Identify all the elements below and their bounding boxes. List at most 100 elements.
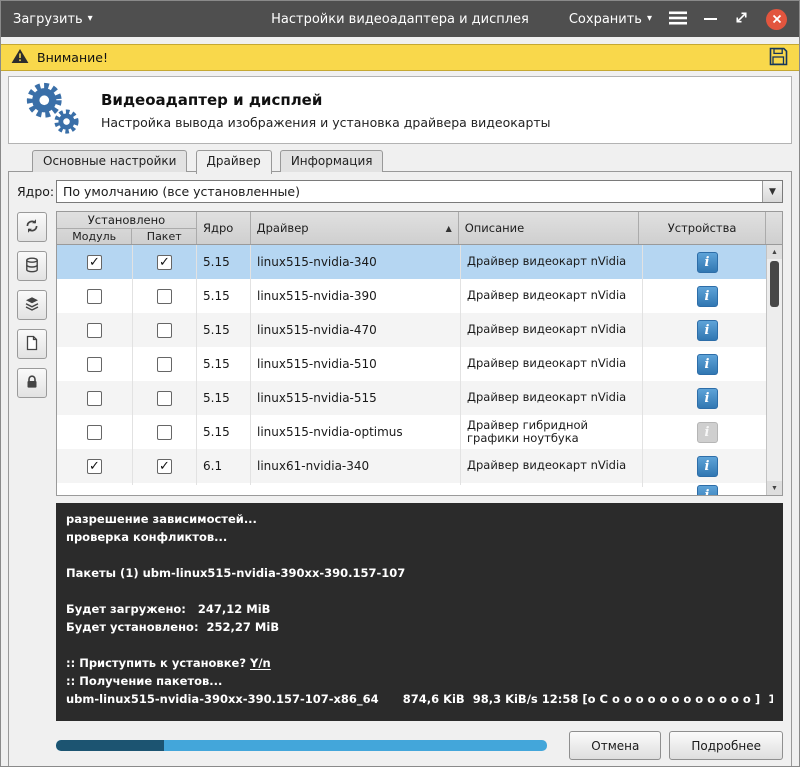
tab-main-settings[interactable]: Основные настройки <box>32 150 187 172</box>
device-info-button[interactable]: i <box>697 286 718 307</box>
table-row[interactable]: 5.15linux515-nvidia-470Драйвер видеокарт… <box>57 313 771 347</box>
table-row[interactable]: 5.15linux515-nvidia-390Драйвер видеокарт… <box>57 279 771 313</box>
tab-driver[interactable]: Драйвер <box>196 150 272 174</box>
kernel-combobox-value: По умолчанию (все установленные) <box>57 184 762 199</box>
description-cell: Драйвер видеокарт nVidia <box>461 245 643 279</box>
driver-cell: linux515-nvidia-340 <box>251 245 461 279</box>
description-cell: Драйвер видеокарт nVidia <box>461 279 643 313</box>
kernel-cell: 5.15 <box>197 415 251 449</box>
driver-table: Установлено Модуль Пакет Ядро Драйвер ▲ … <box>56 211 783 496</box>
terminal-line: Будет установлено: 252,27 MiB <box>66 618 773 636</box>
warning-icon <box>11 48 29 68</box>
packages-button[interactable] <box>17 290 47 320</box>
module-checkbox[interactable] <box>87 391 102 406</box>
driver-cell: linux515-nvidia-510 <box>251 347 461 381</box>
device-info-button[interactable]: i <box>697 354 718 375</box>
chevron-down-icon: ▾ <box>647 14 652 24</box>
terminal-line: Пакеты (1) ubm-linux515-nvidia-390xx-390… <box>66 564 773 582</box>
module-checkbox[interactable] <box>87 357 102 372</box>
package-checkbox[interactable] <box>157 323 172 338</box>
driver-tab-panel: Ядро: По умолчанию (все установленные) ▼ <box>8 171 792 767</box>
column-header-devices[interactable]: Устройства <box>639 212 766 244</box>
hamburger-menu-button[interactable] <box>669 11 687 28</box>
device-info-button[interactable]: i <box>697 252 718 273</box>
column-header-driver[interactable]: Драйвер ▲ <box>251 212 459 244</box>
package-checkbox[interactable] <box>157 255 172 270</box>
driver-cell: linux515-nvidia-390 <box>251 279 461 313</box>
terminal-line <box>66 582 773 600</box>
device-info-button[interactable]: i <box>697 485 718 495</box>
save-menu-button[interactable]: Сохранить ▾ <box>569 12 652 27</box>
package-checkbox[interactable] <box>157 357 172 372</box>
tab-information[interactable]: Информация <box>280 150 384 172</box>
scroll-up-button[interactable]: ▲ <box>767 245 782 259</box>
terminal-line: :: Приступить к установке? Y/n <box>66 654 773 672</box>
package-checkbox[interactable] <box>157 425 172 440</box>
refresh-button[interactable] <box>17 212 47 242</box>
save-settings-button[interactable] <box>768 46 789 70</box>
dropdown-arrow-icon[interactable]: ▼ <box>762 181 782 202</box>
warning-label: Внимание! <box>37 50 768 65</box>
module-checkbox[interactable] <box>87 289 102 304</box>
close-button[interactable] <box>766 9 787 30</box>
package-checkbox[interactable] <box>157 289 172 304</box>
terminal-line: проверка конфликтов... <box>66 528 773 546</box>
cancel-button[interactable]: Отмена <box>569 731 661 760</box>
scrollbar-thumb[interactable] <box>770 261 779 307</box>
layers-icon <box>24 296 40 315</box>
module-checkbox[interactable] <box>87 255 102 270</box>
table-row[interactable]: 5.15linux515-nvidia-optimusДрайвер гибри… <box>57 415 771 449</box>
kernel-combobox[interactable]: По умолчанию (все установленные) ▼ <box>56 180 783 203</box>
table-row[interactable]: 5.15linux515-nvidia-515Драйвер видеокарт… <box>57 381 771 415</box>
module-checkbox[interactable] <box>87 459 102 474</box>
log-button[interactable] <box>17 329 47 359</box>
package-checkbox[interactable] <box>157 459 172 474</box>
column-header-package[interactable]: Пакет <box>132 229 196 244</box>
device-info-button[interactable]: i <box>697 320 718 341</box>
package-checkbox[interactable] <box>157 391 172 406</box>
device-info-button[interactable]: i <box>697 456 718 477</box>
terminal-line: ubm-linux515-nvidia-390xx-390.157-107-x8… <box>66 690 773 708</box>
repository-button[interactable] <box>17 251 47 281</box>
table-row[interactable]: 6.1linux61-nvidia-340Драйвер видеокарт n… <box>57 449 771 483</box>
device-info-button[interactable]: i <box>697 422 718 443</box>
column-header-description[interactable]: Описание <box>459 212 639 244</box>
column-header-module[interactable]: Модуль <box>57 229 132 244</box>
load-menu-button[interactable]: Загрузить ▾ <box>13 12 93 27</box>
sort-ascending-icon: ▲ <box>446 224 452 233</box>
description-cell: Драйвер видеокарт nVidia <box>461 449 643 483</box>
details-button[interactable]: Подробнее <box>669 731 783 760</box>
terminal-line <box>66 636 773 654</box>
header-scrollbar-gap <box>766 212 782 244</box>
kernel-cell: 5.15 <box>197 347 251 381</box>
page-header: Видеоадаптер и дисплей Настройка вывода … <box>8 76 792 144</box>
terminal-line: Будет загружено: 247,12 MiB <box>66 600 773 618</box>
lock-icon <box>24 374 40 393</box>
refresh-icon <box>24 218 40 237</box>
description-cell: Драйвер видеокарт nVidia <box>461 381 643 415</box>
floppy-disk-icon <box>768 46 789 70</box>
vertical-scrollbar[interactable]: ▲ ▼ <box>766 245 782 495</box>
column-header-kernel[interactable]: Ядро <box>197 212 251 244</box>
table-row[interactable]: i <box>57 483 771 495</box>
app-window: Настройки видеоадаптера и дисплея Загруз… <box>0 0 800 767</box>
driver-cell: linux515-nvidia-470 <box>251 313 461 347</box>
description-cell: Драйвер видеокарт nVidia <box>461 347 643 381</box>
description-cell: Драйвер видеокарт nVidia <box>461 313 643 347</box>
terminal-line: разрешение зависимостей... <box>66 510 773 528</box>
table-row[interactable]: 5.15linux515-nvidia-510Драйвер видеокарт… <box>57 347 771 381</box>
lock-button[interactable] <box>17 368 47 398</box>
minimize-button[interactable] <box>704 18 717 20</box>
gears-icon <box>21 79 83 141</box>
column-header-installed[interactable]: Установлено Модуль Пакет <box>57 212 197 244</box>
scroll-down-button[interactable]: ▼ <box>767 481 782 495</box>
driver-cell <box>251 483 461 485</box>
maximize-button[interactable] <box>734 10 749 28</box>
device-info-button[interactable]: i <box>697 388 718 409</box>
kernel-label: Ядро: <box>17 184 56 199</box>
table-row[interactable]: 5.15linux515-nvidia-340Драйвер видеокарт… <box>57 245 771 279</box>
driver-cell: linux515-nvidia-515 <box>251 381 461 415</box>
module-checkbox[interactable] <box>87 425 102 440</box>
module-checkbox[interactable] <box>87 323 102 338</box>
driver-table-body: 5.15linux515-nvidia-340Драйвер видеокарт… <box>57 245 771 495</box>
